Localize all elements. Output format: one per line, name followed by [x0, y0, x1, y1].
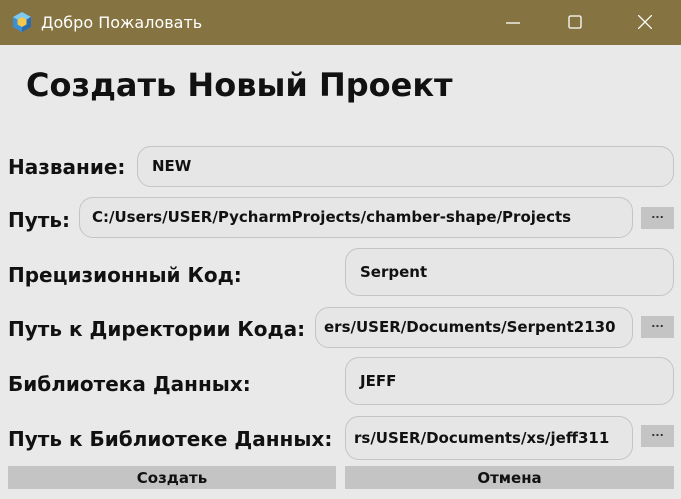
path-label: Путь:	[8, 208, 71, 232]
title-bar[interactable]: Добро Пожаловать	[0, 0, 681, 45]
name-label: Название:	[8, 155, 126, 179]
close-button[interactable]	[622, 0, 668, 45]
path-browse-button[interactable]: ...	[641, 207, 674, 229]
code-dir-input[interactable]: ers/USER/Documents/Serpent2130	[315, 307, 633, 348]
library-input[interactable]: JEFF	[345, 357, 674, 405]
create-button[interactable]: Создать	[8, 466, 336, 489]
maximize-button[interactable]	[552, 0, 598, 45]
cancel-button[interactable]: Отмена	[345, 466, 674, 489]
code-label: Прецизионный Код:	[8, 263, 242, 287]
maximize-icon	[568, 15, 582, 29]
app-hexagon-icon	[11, 11, 33, 33]
code-input[interactable]: Serpent	[345, 248, 674, 296]
code-dir-browse-button[interactable]: ...	[641, 316, 674, 338]
library-path-value: rs/USER/Documents/xs/jeff311	[354, 429, 610, 447]
name-input[interactable]: NEW	[137, 146, 674, 187]
code-dir-value: ers/USER/Documents/Serpent2130	[324, 318, 616, 336]
window-title: Добро Пожаловать	[41, 13, 203, 32]
library-path-input[interactable]: rs/USER/Documents/xs/jeff311	[345, 416, 633, 460]
close-icon	[638, 15, 652, 29]
library-label: Библиотека Данных:	[8, 372, 251, 396]
page-title: Создать Новый Проект	[26, 66, 453, 104]
minimize-button[interactable]	[490, 0, 536, 45]
minimize-icon	[506, 22, 520, 24]
code-dir-label: Путь к Директории Кода:	[8, 317, 306, 341]
library-path-label: Путь к Библиотеке Данных:	[8, 427, 333, 451]
path-input[interactable]: C:/Users/USER/PycharmProjects/chamber-sh…	[79, 197, 633, 238]
library-path-browse-button[interactable]: ...	[641, 425, 674, 447]
